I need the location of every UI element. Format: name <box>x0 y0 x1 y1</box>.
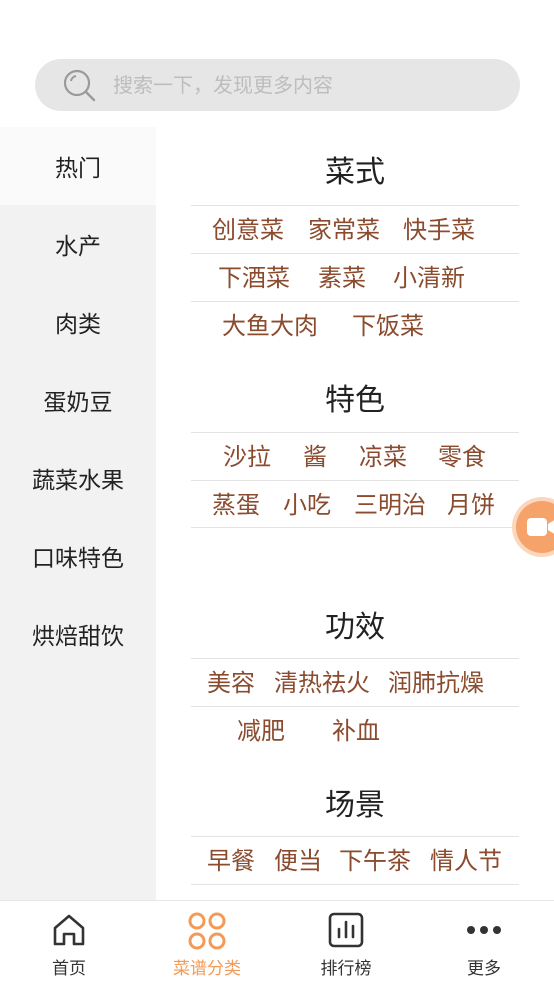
search-bar[interactable] <box>35 59 520 111</box>
tag-item[interactable]: 凉菜 <box>359 433 407 481</box>
tag-item[interactable]: 三明治 <box>354 481 426 529</box>
tab-label: 排行榜 <box>320 959 372 979</box>
tag-item[interactable]: 情人节 <box>430 837 502 885</box>
category-main: 菜式 创意菜 家常菜 快手菜 下酒菜 素菜 小清新 大鱼大肉 下饭菜 特色 沙拉… <box>156 127 554 900</box>
tag-row: 早餐 便当 下午茶 情人节 <box>191 836 519 884</box>
tab-label: 首页 <box>52 959 86 979</box>
search-icon <box>63 69 96 102</box>
sidebar-item-flavor[interactable]: 口味特色 <box>0 517 156 595</box>
home-icon <box>53 914 85 946</box>
tag-item[interactable]: 下酒菜 <box>218 254 290 302</box>
ranking-icon <box>328 912 364 948</box>
tab-label: 菜谱分类 <box>173 959 241 979</box>
tag-item[interactable]: 下饭菜 <box>352 302 424 350</box>
tag-row: 下酒菜 素菜 小清新 <box>191 253 519 301</box>
category-content: 热门 水产 肉类 蛋奶豆 蔬菜水果 口味特色 烘焙甜饮 菜式 创意菜 家常菜 快… <box>0 127 554 900</box>
tag-item[interactable]: 沙拉 <box>223 433 271 481</box>
tag-item[interactable]: 酱 <box>303 433 327 481</box>
more-icon <box>467 926 501 934</box>
tag-row: 沙拉 酱 凉菜 零食 <box>191 432 519 480</box>
tag-row: 创意菜 家常菜 快手菜 <box>191 205 519 253</box>
tag-item[interactable]: 润肺抗燥 <box>388 659 484 707</box>
tag-item[interactable]: 大鱼大肉 <box>222 302 318 350</box>
tag-item[interactable]: 素菜 <box>318 254 366 302</box>
tab-more[interactable]: 更多 <box>415 901 553 985</box>
tab-ranking[interactable]: 排行榜 <box>277 901 415 985</box>
tag-item[interactable]: 早餐 <box>207 837 255 885</box>
sidebar-item-egg-dairy-bean[interactable]: 蛋奶豆 <box>0 361 156 439</box>
tag-item[interactable]: 家常菜 <box>308 206 380 254</box>
sidebar-item-hot[interactable]: 热门 <box>0 127 156 205</box>
tag-row: 减肥 补血 <box>191 706 519 754</box>
tag-item[interactable]: 蒸蛋 <box>212 481 260 529</box>
search-input[interactable] <box>111 72 495 98</box>
bottom-tab-bar: 首页 菜谱分类 排行榜 更多 <box>0 900 554 985</box>
sidebar-item-vegetable-fruit[interactable]: 蔬菜水果 <box>0 439 156 517</box>
tag-item[interactable]: 小清新 <box>393 254 465 302</box>
tab-category[interactable]: 菜谱分类 <box>138 901 276 985</box>
tab-label: 更多 <box>467 959 501 979</box>
tag-item[interactable]: 减肥 <box>237 707 285 755</box>
tag-item[interactable]: 小吃 <box>283 481 331 529</box>
section-title-scene: 场景 <box>325 788 385 823</box>
tag-row <box>191 884 519 900</box>
tag-item[interactable]: 快手菜 <box>403 206 475 254</box>
tag-item[interactable]: 创意菜 <box>212 206 284 254</box>
tag-row: 美容 清热祛火 润肺抗燥 <box>191 658 519 706</box>
tab-home[interactable]: 首页 <box>0 901 138 985</box>
tag-item[interactable]: 补血 <box>332 707 380 755</box>
tag-item[interactable]: 美容 <box>207 659 255 707</box>
category-icon <box>188 912 226 950</box>
tag-item[interactable]: 下午茶 <box>339 837 411 885</box>
section-title-dish-style: 菜式 <box>325 155 385 190</box>
sidebar-item-seafood[interactable]: 水产 <box>0 205 156 283</box>
tag-item[interactable]: 零食 <box>438 433 486 481</box>
sidebar-item-baking-drinks[interactable]: 烘焙甜饮 <box>0 595 156 673</box>
sidebar-item-meat[interactable]: 肉类 <box>0 283 156 361</box>
section-title-specialty: 特色 <box>325 383 385 418</box>
section-title-efficacy: 功效 <box>325 610 385 645</box>
tag-row: 大鱼大肉 下饭菜 <box>191 301 519 349</box>
tag-row: 蒸蛋 小吃 三明治 月饼 <box>191 480 519 528</box>
tag-item[interactable]: 月饼 <box>447 481 495 529</box>
tag-item[interactable]: 便当 <box>274 837 322 885</box>
video-camera-icon <box>527 518 554 536</box>
category-sidebar: 热门 水产 肉类 蛋奶豆 蔬菜水果 口味特色 烘焙甜饮 <box>0 127 156 900</box>
tag-item[interactable]: 清热祛火 <box>274 659 370 707</box>
